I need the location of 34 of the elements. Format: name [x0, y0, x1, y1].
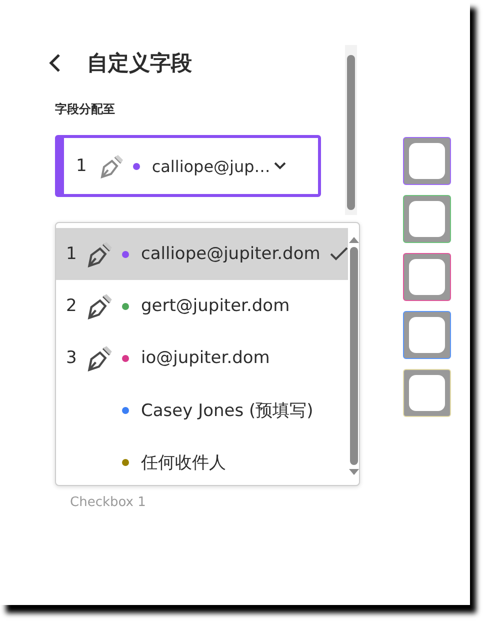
field-label: Checkbox 1: [70, 495, 146, 510]
assign-label: 字段分配至: [55, 101, 116, 118]
select-number: 1: [76, 156, 87, 176]
recipient-option[interactable]: 1 calliope@jupiter.dom: [56, 228, 348, 280]
checkbox[interactable]: [403, 253, 451, 301]
checkbox[interactable]: [403, 311, 451, 359]
option-number: 2: [66, 296, 78, 316]
select-value: calliope@jup…: [152, 156, 270, 176]
panel-title: 自定义字段: [87, 50, 192, 77]
option-number: 1: [66, 244, 78, 264]
color-dot: [132, 162, 140, 170]
recipient-option[interactable]: 2 gert@jupiter.dom: [56, 280, 348, 332]
scroll-up-icon[interactable]: [348, 236, 359, 244]
option-label: Casey Jones (预填写): [141, 400, 314, 422]
checkbox[interactable]: [403, 195, 451, 243]
scroll-down-icon[interactable]: [348, 468, 359, 476]
recipient-option[interactable]: 任何收件人: [56, 436, 348, 488]
option-label: gert@jupiter.dom: [141, 296, 290, 316]
back-icon[interactable]: [48, 53, 62, 73]
recipient-option[interactable]: 3 io@jupiter.dom: [56, 332, 348, 384]
checkmark-icon: [330, 247, 348, 261]
option-label: calliope@jupiter.dom: [141, 244, 320, 264]
pen-icon: [86, 292, 114, 320]
option-label: io@jupiter.dom: [141, 348, 270, 368]
panel-scrollbar[interactable]: [345, 45, 357, 215]
option-label: 任何收件人: [141, 452, 226, 474]
recipient-select[interactable]: 1 calliope@jup…: [55, 135, 321, 197]
pen-icon: [86, 240, 114, 268]
pen-icon: [98, 153, 125, 179]
pen-icon: [86, 344, 114, 372]
option-number: 3: [66, 348, 78, 368]
chevron-down-icon: [274, 162, 286, 170]
checkbox[interactable]: [403, 137, 451, 185]
recipient-option[interactable]: Casey Jones (预填写): [56, 384, 348, 436]
